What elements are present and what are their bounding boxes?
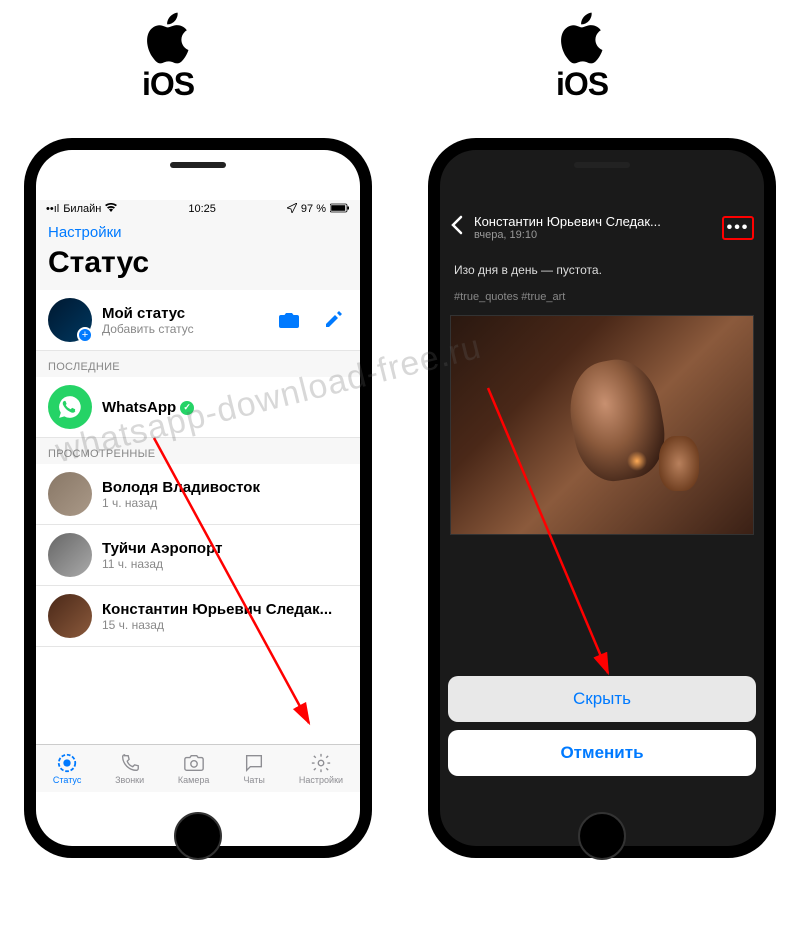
ios-status-bar: ••ıl Билайн 10:25 97 % — [36, 200, 360, 218]
story-caption: Изо дня в день — пустота. — [450, 259, 754, 281]
tab-label: Настройки — [299, 775, 343, 785]
section-recent: ПОСЛЕДНИЕ — [36, 351, 360, 377]
phone-right: Константин Юрьевич Следак... вчера, 19:1… — [428, 138, 776, 858]
tab-camera[interactable]: Камера — [178, 752, 209, 785]
my-avatar: + — [48, 298, 92, 342]
avatar — [48, 472, 92, 516]
location-icon — [287, 203, 297, 216]
contact-name: Туйчи Аэропорт — [102, 540, 348, 557]
wifi-icon — [105, 203, 117, 216]
home-button[interactable] — [174, 812, 222, 860]
carrier-label: Билайн — [63, 203, 101, 215]
page-title: Статус — [36, 244, 360, 290]
action-sheet: Скрыть Отменить — [440, 668, 764, 792]
contact-time: 11 ч. назад — [102, 557, 348, 571]
story-image — [450, 315, 754, 535]
whatsapp-status-row[interactable]: WhatsApp — [36, 377, 360, 438]
section-viewed: ПРОСМОТРЕННЫЕ — [36, 438, 360, 464]
tab-label: Камера — [178, 775, 209, 785]
story-tags: #true_quotes #true_art — [450, 287, 754, 307]
contact-time: 1 ч. назад — [102, 496, 348, 510]
whatsapp-title: WhatsApp — [102, 399, 348, 416]
avatar — [48, 533, 92, 577]
apple-logo-icon — [558, 10, 606, 66]
camera-button[interactable] — [274, 305, 304, 335]
my-status-title: Мой статус — [102, 305, 264, 322]
tab-label: Звонки — [115, 775, 144, 785]
phone-speaker — [170, 162, 226, 168]
my-status-sub: Добавить статус — [102, 322, 264, 336]
story-content[interactable]: Изо дня в день — пустота. #true_quotes #… — [440, 249, 764, 668]
cancel-button[interactable]: Отменить — [448, 730, 756, 776]
plus-icon: + — [77, 327, 93, 343]
settings-link[interactable]: Настройки — [48, 224, 122, 241]
ios-text: iOS — [556, 66, 608, 103]
ios-label-left: iOS — [142, 10, 194, 103]
tab-label: Статус — [53, 775, 81, 785]
screen-status-list: ••ıl Билайн 10:25 97 % — [36, 150, 360, 846]
nav-header: Настройки — [36, 218, 360, 244]
back-button[interactable] — [450, 215, 464, 240]
battery-icon — [330, 203, 350, 216]
story-timestamp: вчера, 19:10 — [474, 229, 712, 241]
tab-status[interactable]: Статус — [53, 752, 81, 785]
more-options-button[interactable]: ••• — [722, 216, 754, 240]
ios-label-right: iOS — [556, 10, 608, 103]
avatar — [48, 594, 92, 638]
tab-label: Чаты — [243, 775, 264, 785]
verified-icon — [180, 401, 194, 415]
contact-name: Володя Владивосток — [102, 479, 348, 496]
clock: 10:25 — [188, 203, 216, 215]
hide-button[interactable]: Скрыть — [448, 676, 756, 722]
signal-icon: ••ıl — [46, 203, 59, 215]
phone-left: ••ıl Билайн 10:25 97 % — [24, 138, 372, 858]
ios-text: iOS — [142, 66, 194, 103]
tab-chats[interactable]: Чаты — [243, 752, 265, 785]
story-author: Константин Юрьевич Следак... — [474, 214, 712, 229]
contact-row-0[interactable]: Володя Владивосток 1 ч. назад — [36, 464, 360, 525]
phone-speaker — [574, 162, 630, 168]
whatsapp-avatar — [48, 385, 92, 429]
battery-pct: 97 % — [301, 203, 326, 215]
contact-name: Константин Юрьевич Следак... — [102, 601, 348, 618]
tab-bar: Статус Звонки Камера Чаты Настройки — [36, 744, 360, 792]
screen-story-view: Константин Юрьевич Следак... вчера, 19:1… — [440, 150, 764, 846]
my-status-row[interactable]: + Мой статус Добавить статус — [36, 290, 360, 351]
tab-calls[interactable]: Звонки — [115, 752, 144, 785]
contact-row-1[interactable]: Туйчи Аэропорт 11 ч. назад — [36, 525, 360, 586]
contact-time: 15 ч. назад — [102, 618, 348, 632]
home-button[interactable] — [578, 812, 626, 860]
edit-button[interactable] — [318, 305, 348, 335]
contact-row-2[interactable]: Константин Юрьевич Следак... 15 ч. назад — [36, 586, 360, 647]
apple-logo-icon — [144, 10, 192, 66]
story-header: Константин Юрьевич Следак... вчера, 19:1… — [440, 200, 764, 249]
tab-settings[interactable]: Настройки — [299, 752, 343, 785]
